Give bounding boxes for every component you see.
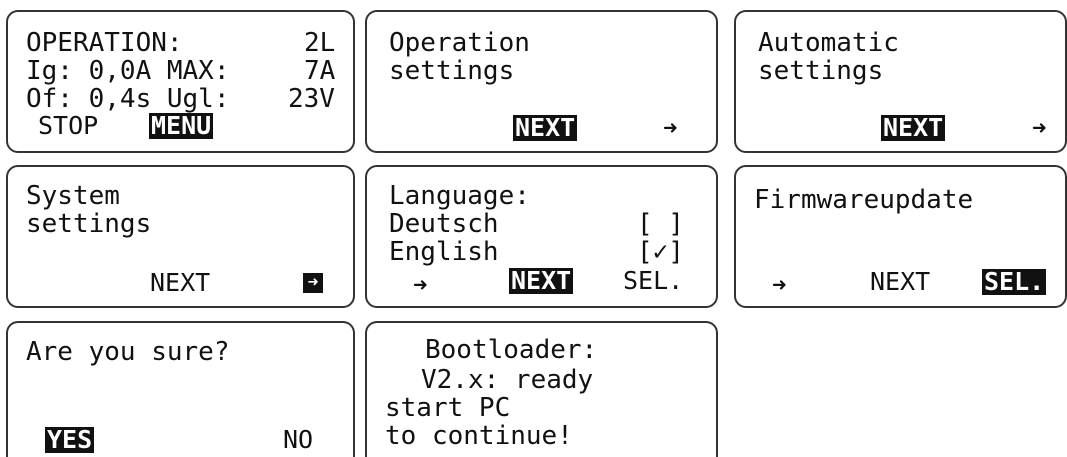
language-title: Language: [389, 181, 530, 211]
operation-settings-line2: settings [389, 56, 515, 86]
system-settings-line1: System [26, 181, 120, 211]
stop-button[interactable]: STOP [38, 113, 98, 139]
language-option-english[interactable]: English [389, 239, 499, 265]
deutsch-checkbox[interactable]: [ ] [637, 211, 684, 237]
timing-label: Of: 0,4s Ugl: [26, 84, 230, 114]
bootloader-version: V2.x: ready [421, 365, 594, 395]
no-button[interactable]: NO [283, 427, 313, 453]
select-button[interactable]: SEL. [982, 269, 1047, 295]
next-button[interactable]: NEXT [513, 115, 578, 141]
screen-operation-settings: Operation settings NEXT ➜ [365, 10, 718, 153]
language-option-deutsch[interactable]: Deutsch [389, 211, 499, 237]
bootloader-instruction-line2: to continue! [385, 421, 573, 451]
bootloader-instruction-line1: start PC [385, 393, 511, 423]
next-button[interactable]: NEXT [509, 268, 574, 294]
right-arrow-icon: ➜ [413, 271, 428, 299]
operation-value: 2L [304, 28, 336, 58]
system-settings-line2: settings [26, 209, 152, 239]
menu-button[interactable]: MENU [149, 113, 214, 139]
firmware-update-title: Firmwareupdate [754, 185, 974, 215]
screen-automatic-settings: Automatic settings NEXT ➜ [734, 10, 1067, 153]
screen-firmware-update: Firmwareupdate ➜ NEXT SEL. [734, 165, 1067, 308]
confirm-question: Are you sure? [26, 337, 230, 367]
current-max-value: 7A [304, 56, 336, 86]
screen-language: Language: Deutsch [ ] English [✓] ➜ NEXT… [365, 165, 718, 308]
automatic-settings-line1: Automatic [758, 28, 899, 58]
select-button[interactable]: SEL. [623, 268, 683, 294]
right-arrow-icon: ➜ [772, 271, 787, 299]
right-arrow-icon: ➜ [1032, 114, 1047, 142]
yes-button[interactable]: YES [45, 427, 95, 453]
automatic-settings-line2: settings [758, 56, 884, 86]
screen-operation-status: OPERATION: 2L Ig: 0,0A MAX: 7A Of: 0,4s … [6, 10, 355, 153]
screen-system-settings: System settings NEXT ➜ [6, 165, 355, 308]
next-button[interactable]: NEXT [870, 269, 930, 295]
boxed-right-arrow-icon: ➜ [303, 273, 323, 293]
right-arrow-icon: ➜ [663, 114, 678, 142]
next-button[interactable]: NEXT [150, 270, 210, 296]
screen-confirm: Are you sure? YES NO [6, 321, 355, 457]
next-button[interactable]: NEXT [881, 115, 946, 141]
screen-bootloader: Bootloader: V2.x: ready start PC to cont… [365, 321, 718, 457]
english-checkbox[interactable]: [✓] [637, 239, 684, 265]
voltage-value: 23V [288, 84, 335, 114]
operation-settings-line1: Operation [389, 28, 530, 58]
operation-label: OPERATION: [26, 28, 183, 58]
bootloader-title: Bootloader: [425, 335, 598, 365]
current-label: Ig: 0,0A MAX: [26, 56, 230, 86]
